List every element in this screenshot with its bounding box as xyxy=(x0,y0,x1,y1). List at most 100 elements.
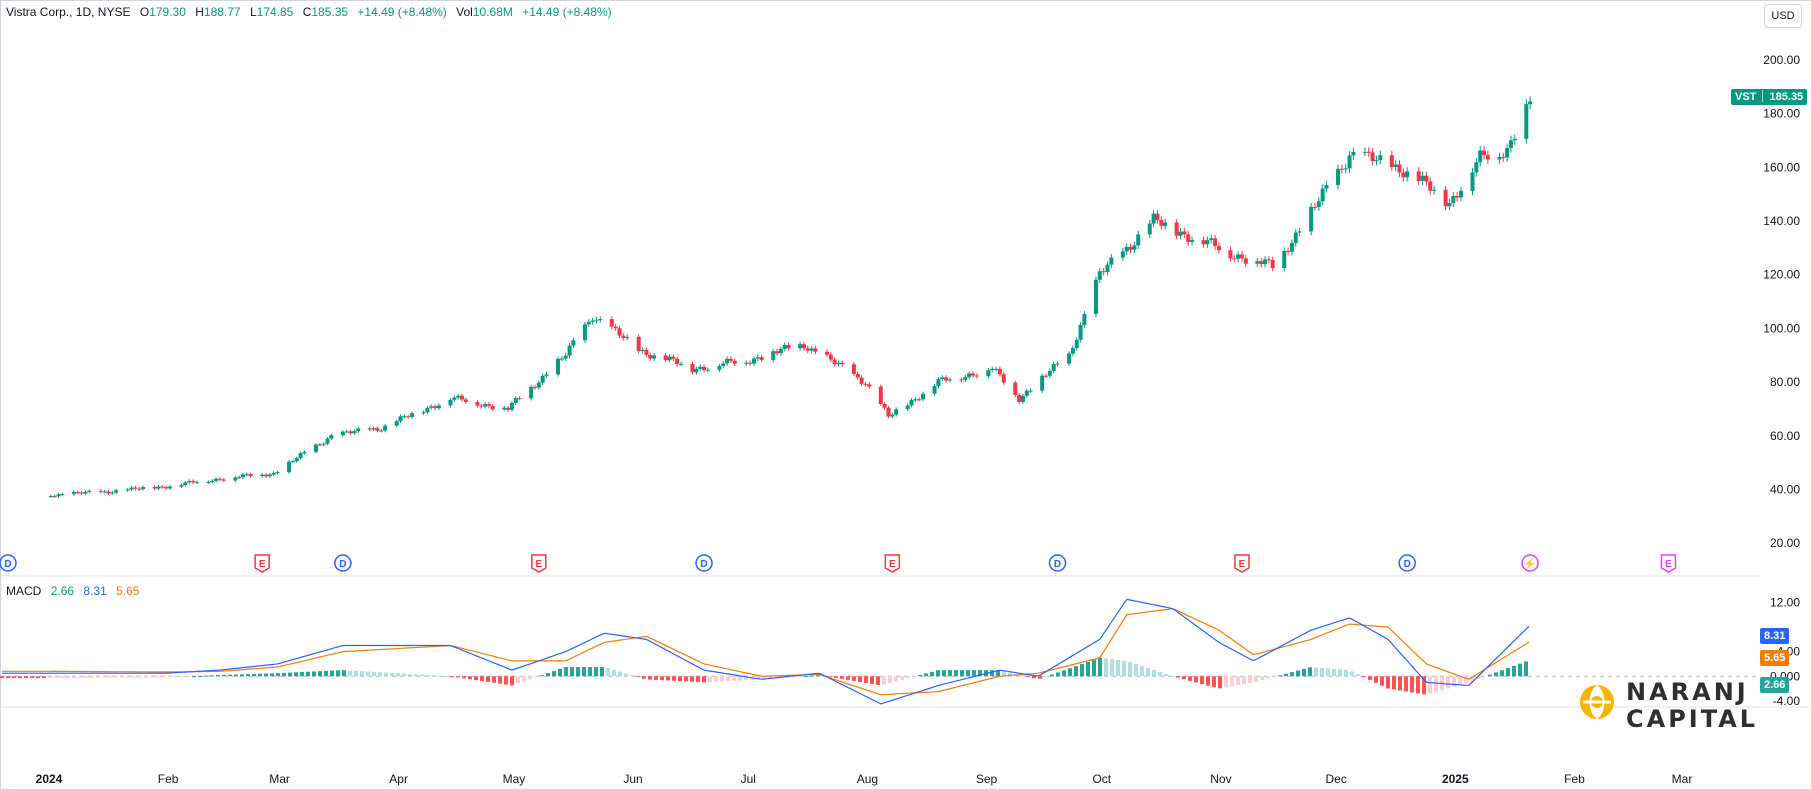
macd-histogram-bar xyxy=(1326,668,1330,677)
candle-body xyxy=(986,370,991,377)
time-tick-label: Jul xyxy=(741,772,756,786)
macd-histogram-bar xyxy=(990,670,994,677)
macd-histogram-bar xyxy=(1488,674,1492,677)
macd-histogram-bar xyxy=(1410,676,1414,693)
macd-histogram-bar xyxy=(30,676,34,679)
candle-body xyxy=(1416,171,1421,181)
candle-body xyxy=(1132,245,1137,250)
macd-histogram-bar xyxy=(210,675,214,677)
candle-body xyxy=(1128,246,1133,250)
logo-line-2: CAPITAL xyxy=(1626,705,1759,733)
macd-histogram-bar xyxy=(1104,658,1108,677)
open-value: 179.30 xyxy=(149,5,186,19)
macd-histogram-bar xyxy=(360,671,364,677)
macd-histogram-bar xyxy=(342,670,346,677)
macd-histogram-bar xyxy=(1128,661,1132,677)
candle-body xyxy=(840,362,845,365)
macd-histogram-bar xyxy=(348,670,352,677)
candle-body xyxy=(947,379,952,381)
candle-body xyxy=(352,431,357,434)
event-marker-label: E xyxy=(889,559,896,570)
candle-body xyxy=(1312,206,1317,208)
candle-body xyxy=(890,414,895,417)
candle-body xyxy=(456,395,461,398)
macd-histogram-bar xyxy=(1074,666,1078,677)
macd-histogram-bar xyxy=(600,667,604,677)
ohlc-legend: Vistra Corp., 1D, NYSE O179.30 H188.77 L… xyxy=(6,5,612,19)
candle-body xyxy=(294,458,299,462)
macd-legend[interactable]: MACD 2.66 8.31 5.65 xyxy=(6,584,139,598)
candle-body xyxy=(1374,160,1379,162)
candle-body xyxy=(728,358,733,361)
macd-histogram-bar xyxy=(486,676,490,682)
high-label: H xyxy=(195,5,204,19)
candle-body xyxy=(748,362,753,364)
macd-histogram-bar xyxy=(1350,671,1354,677)
macd-histogram-bar xyxy=(924,673,928,677)
candle-body xyxy=(967,373,972,378)
signal-line xyxy=(2,608,1530,696)
candle-body xyxy=(179,485,184,487)
macd-histogram-bar xyxy=(1044,676,1048,678)
candle-body xyxy=(302,451,307,454)
candle-body xyxy=(1470,172,1475,191)
macd-histogram-bar xyxy=(1482,676,1486,678)
candle-body xyxy=(513,398,518,403)
candle-body xyxy=(1458,190,1463,198)
candle-body xyxy=(1443,189,1448,207)
macd-histogram-bar xyxy=(1338,669,1342,677)
time-tick-label: 2024 xyxy=(36,772,63,786)
candle-body xyxy=(329,435,334,439)
volume-change: +14.49 (+8.48%) xyxy=(522,5,612,19)
candle-body xyxy=(1074,339,1079,349)
time-tick-label: Oct xyxy=(1092,772,1111,786)
currency-button[interactable]: USD xyxy=(1764,4,1802,28)
macd-histogram-bar xyxy=(66,676,70,678)
candle-body xyxy=(356,428,361,432)
macd-histogram-bar xyxy=(120,676,124,678)
macd-histogram-bar xyxy=(1506,668,1510,677)
candle-body xyxy=(801,344,806,349)
candle-body xyxy=(1044,375,1049,377)
macd-histogram-bar xyxy=(108,676,112,678)
candle-body xyxy=(1120,251,1125,258)
candle-body xyxy=(1017,394,1022,402)
time-tick-label: Feb xyxy=(1564,772,1585,786)
candle-body xyxy=(1282,250,1287,268)
macd-histogram-bar xyxy=(6,676,10,679)
candle-body xyxy=(164,487,169,489)
macd-histogram-bar xyxy=(162,676,166,678)
macd-histogram-bar xyxy=(204,675,208,677)
candle-body xyxy=(1232,258,1237,260)
symbol-title[interactable]: Vistra Corp., 1D, NYSE xyxy=(6,5,131,19)
macd-histogram-bar xyxy=(474,676,478,681)
macd-histogram-bar xyxy=(1188,676,1192,681)
candle-body xyxy=(313,444,318,452)
candle-body xyxy=(1270,260,1275,268)
candle-body xyxy=(317,444,322,446)
macd-histogram-bar xyxy=(666,676,670,681)
candle-body xyxy=(698,366,703,369)
candle-body xyxy=(1351,151,1356,156)
macd-histogram-bar xyxy=(618,671,622,677)
candle-body xyxy=(210,480,215,482)
macd-histogram-bar xyxy=(702,676,706,683)
close-value: 185.35 xyxy=(311,5,349,19)
candle-body xyxy=(867,384,872,387)
candle-body xyxy=(609,319,614,327)
candle-body xyxy=(617,328,622,336)
candle-body xyxy=(598,319,603,321)
macd-histogram-bar xyxy=(84,676,88,678)
candle-body xyxy=(1101,271,1106,273)
candle-body xyxy=(1293,232,1298,244)
candle-body xyxy=(671,356,676,359)
candle-body xyxy=(1255,261,1260,264)
candle-body xyxy=(1182,231,1187,235)
candle-body xyxy=(705,369,710,371)
candle-body xyxy=(483,404,488,407)
macd-histogram-bar xyxy=(654,676,658,680)
macd-histogram-bar xyxy=(318,671,322,677)
chart-canvas[interactable]: 20.00 40.00 60.00 80.00 100.00 120.00 140.00 16… xyxy=(0,0,1812,790)
candle-body xyxy=(613,326,618,329)
candle-body xyxy=(886,407,891,417)
